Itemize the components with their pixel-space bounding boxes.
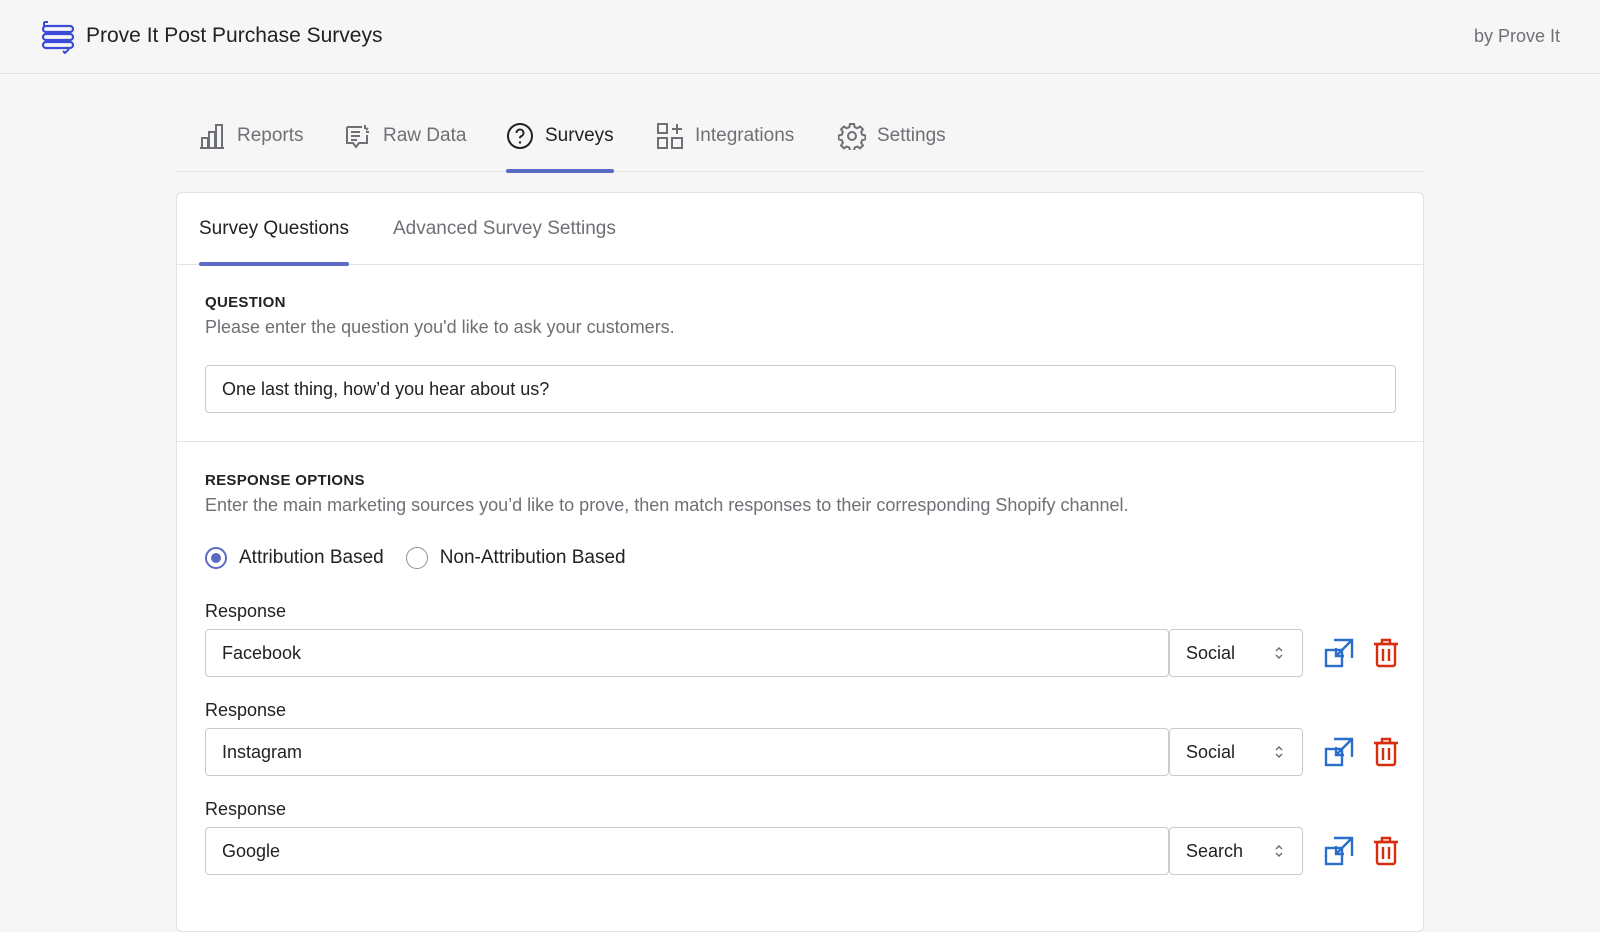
channel-select-3[interactable]: Search	[1169, 827, 1303, 875]
tab-advanced-survey-settings-label: Advanced Survey Settings	[393, 218, 616, 239]
main-tabs: Reports Raw Data Surveys Integrations Se…	[176, 100, 1424, 173]
tab-survey-questions-label: Survey Questions	[199, 218, 349, 239]
attribution-mode-group: Attribution Based Non-Attribution Based	[205, 547, 636, 569]
tab-integrations[interactable]: Integrations	[656, 100, 794, 172]
sub-tabs: Survey Questions Advanced Survey Setting…	[177, 193, 1423, 266]
channel-select-value: Social	[1186, 741, 1236, 762]
response-input-3[interactable]	[205, 827, 1169, 875]
question-circle-icon	[507, 123, 533, 149]
channel-select-value: Social	[1186, 642, 1236, 663]
question-help-text: Please enter the question you'd like to …	[205, 317, 675, 337]
survey-card: Survey Questions Advanced Survey Setting…	[176, 192, 1424, 932]
response-options-heading: RESPONSE OPTIONS	[205, 472, 365, 489]
radio-non-attribution-based-label[interactable]: Non-Attribution Based	[440, 547, 626, 569]
active-tab-indicator	[506, 169, 614, 173]
select-arrows-icon	[1275, 646, 1283, 660]
channel-select-2[interactable]: Social	[1169, 728, 1303, 776]
response-input-1[interactable]	[205, 629, 1169, 677]
question-input[interactable]	[205, 365, 1396, 413]
tab-surveys[interactable]: Surveys	[506, 100, 614, 173]
channel-select-1[interactable]: Social	[1169, 629, 1303, 677]
map-channel-icon[interactable]	[1323, 637, 1355, 669]
integrations-icon	[657, 123, 683, 149]
section-divider	[177, 441, 1423, 442]
select-arrows-icon	[1275, 745, 1283, 759]
response-label: Response	[205, 799, 287, 819]
trash-icon[interactable]	[1370, 835, 1402, 867]
by-line: by Prove It	[1473, 26, 1560, 46]
tab-integrations-label: Integrations	[695, 125, 795, 146]
tab-survey-questions[interactable]: Survey Questions	[199, 193, 349, 266]
active-subtab-indicator	[199, 262, 349, 266]
tab-settings-label: Settings	[877, 125, 946, 146]
tab-advanced-survey-settings[interactable]: Advanced Survey Settings	[393, 193, 616, 265]
select-arrows-icon	[1275, 844, 1283, 858]
map-channel-icon[interactable]	[1323, 835, 1355, 867]
radio-attribution-based[interactable]	[205, 547, 227, 569]
gear-icon	[838, 123, 866, 150]
channel-select-value: Search	[1186, 840, 1244, 861]
app-logo-icon	[41, 21, 75, 54]
raw-data-icon	[346, 125, 369, 149]
question-heading: QUESTION	[205, 294, 286, 311]
response-input-2[interactable]	[205, 728, 1169, 776]
response-label: Response	[205, 700, 287, 720]
app-title: Prove It Post Purchase Surveys	[86, 24, 383, 47]
response-label: Response	[205, 601, 287, 621]
trash-icon[interactable]	[1370, 736, 1402, 768]
map-channel-icon[interactable]	[1323, 736, 1355, 768]
trash-icon[interactable]	[1370, 637, 1402, 669]
radio-non-attribution-based[interactable]	[405, 547, 428, 569]
response-options-help-text: Enter the main marketing sources you’d l…	[205, 495, 1129, 515]
tab-settings[interactable]: Settings	[838, 100, 946, 172]
tab-reports[interactable]: Reports	[198, 100, 304, 172]
app-header: Prove It Post Purchase Surveys by Prove …	[0, 0, 1600, 74]
tab-raw-data[interactable]: Raw Data	[344, 100, 466, 172]
tab-reports-label: Reports	[237, 125, 304, 146]
bar-chart-icon	[200, 124, 224, 149]
radio-attribution-based-label[interactable]: Attribution Based	[239, 547, 384, 569]
tab-surveys-label: Surveys	[545, 125, 614, 146]
tab-raw-data-label: Raw Data	[383, 125, 467, 146]
